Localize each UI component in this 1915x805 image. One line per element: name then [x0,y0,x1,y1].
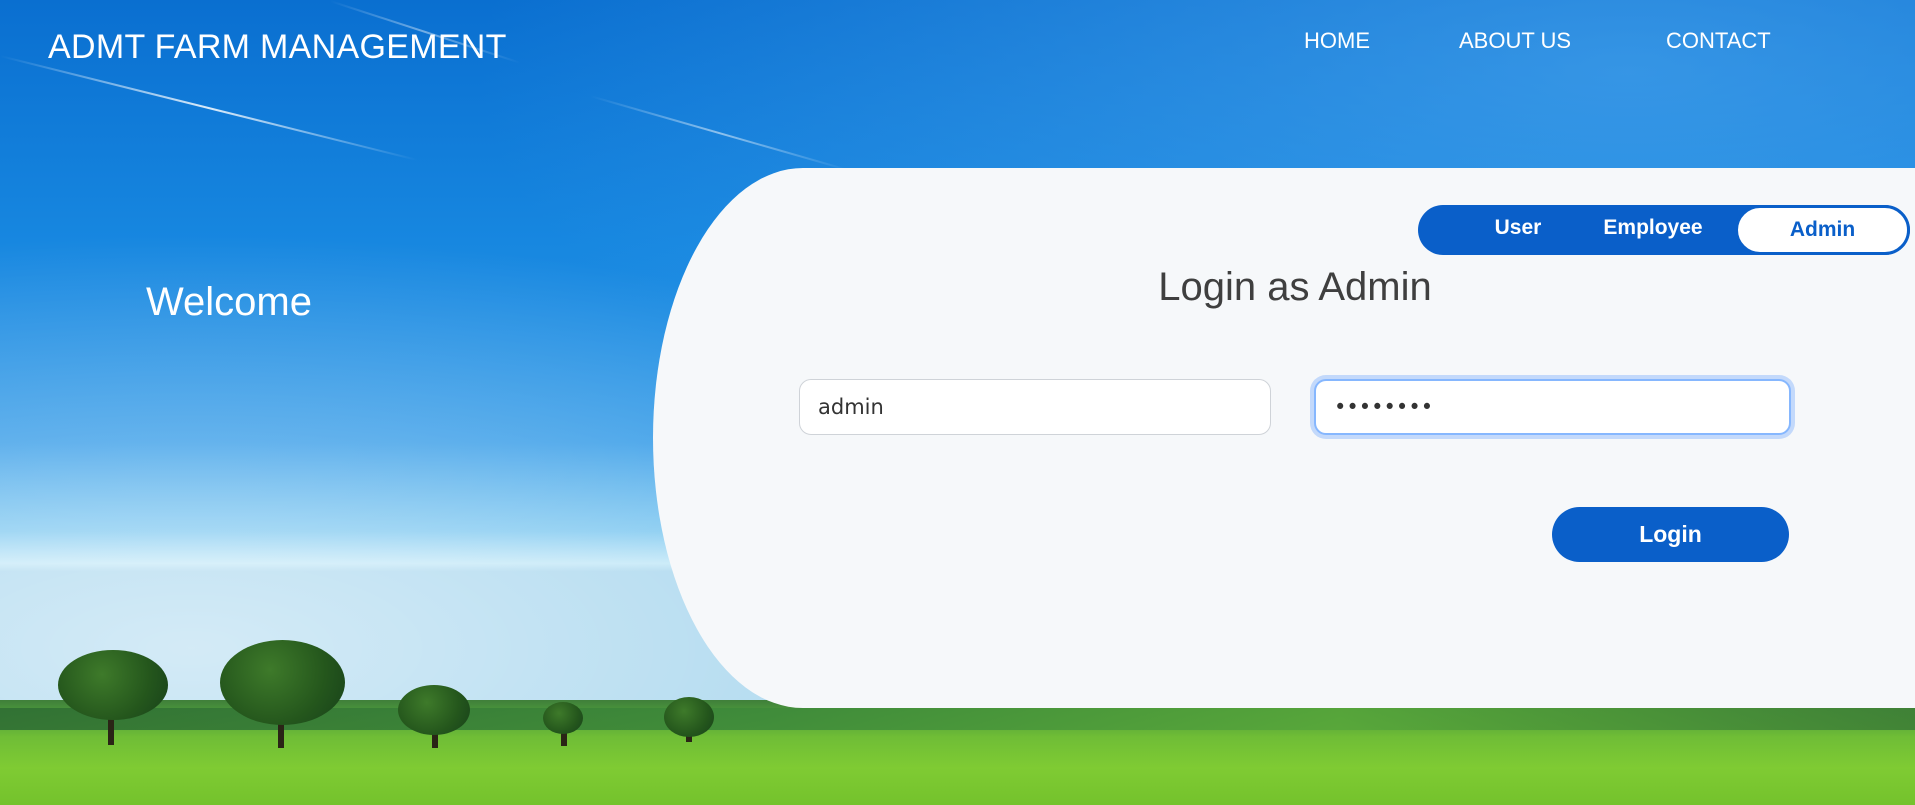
tab-employee[interactable]: Employee [1578,205,1728,255]
brand-title[interactable]: ADMT FARM MANAGEMENT [48,28,507,67]
tab-admin[interactable]: Admin [1735,205,1910,255]
login-title: Login as Admin [1158,265,1432,309]
nav-home[interactable]: HOME [1304,28,1370,54]
nav-contact[interactable]: CONTACT [1666,28,1771,54]
tab-user[interactable]: User [1458,205,1578,255]
top-header: ADMT FARM MANAGEMENT HOME ABOUT US CONTA… [0,0,1915,100]
nav-about-us[interactable]: ABOUT US [1459,28,1571,54]
password-input[interactable] [1314,379,1791,435]
tree [58,650,168,720]
login-button[interactable]: Login [1552,507,1789,562]
username-input[interactable] [799,379,1271,435]
tree [543,702,583,734]
role-switcher: User Employee Admin [1418,205,1910,255]
welcome-text: Welcome [146,280,312,324]
page: ADMT FARM MANAGEMENT HOME ABOUT US CONTA… [0,0,1915,805]
tree [220,640,345,725]
tree [398,685,470,735]
tree [664,697,714,737]
